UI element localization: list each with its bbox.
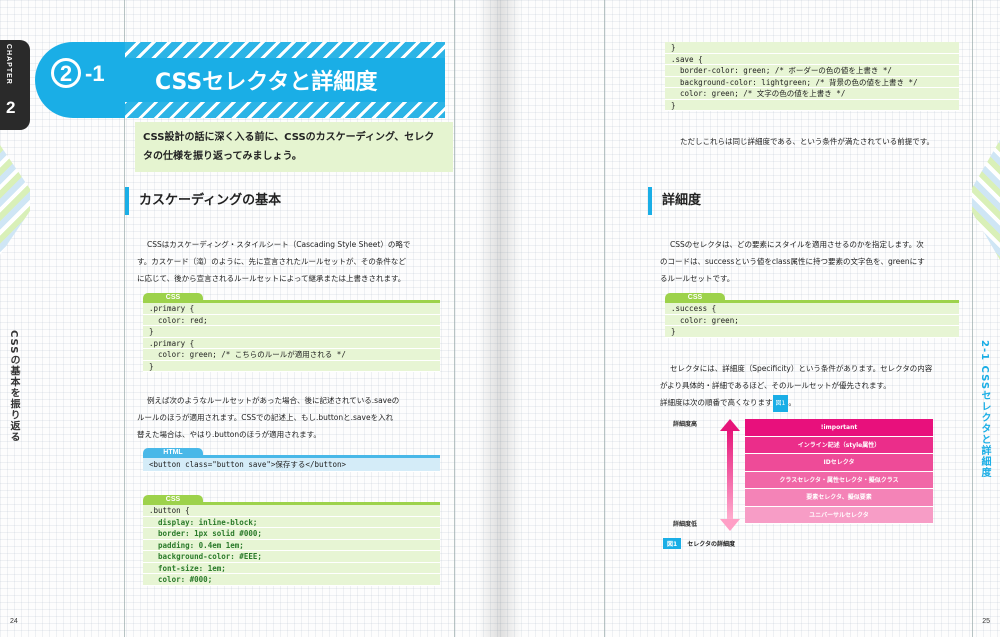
code-line: }	[665, 42, 959, 54]
paragraph-line: 替えた場合は、やはり.buttonのほうが適用されます。	[137, 430, 321, 439]
axis-label-low: 詳細度低	[673, 521, 698, 528]
intro-line: CSS設計の話に深く入る前に、CSSのカスケーディング、セレク	[143, 132, 435, 143]
code-line: .primary {	[143, 337, 440, 349]
code-block-css-save: } .save { border-color: green; /* ボーダーの色…	[665, 42, 959, 111]
section-header: 2 -1 CSSセレクタと詳細度	[35, 42, 445, 118]
gutter-shadow	[500, 0, 522, 637]
code-line: .button {	[143, 505, 440, 517]
paragraph-line: のコードは、successという値をclass属性に持つ要素の文字色を、gree…	[660, 257, 925, 266]
frame-line	[604, 0, 605, 637]
specificity-row: クラスセレクタ・属性セレクタ・擬似クラス	[745, 471, 933, 489]
specificity-arrow	[720, 419, 740, 531]
book-spread: CHAPTER 2 CSSの基本を振り返る 2 -1 CSSセレクタと詳細度 CS…	[0, 0, 1000, 637]
code-block-css-success: CSS .success { color: green; }	[665, 293, 959, 338]
paragraph-line: す。カスケード（滝）のように、先に宣言されたルールセットが、その条件など	[137, 257, 406, 266]
chapter-side-tab: CHAPTER 2 CSSの基本を振り返る	[0, 0, 34, 637]
paragraph-line: セレクタには、詳細度（Specificity）という条件があります。セレクタの内…	[670, 364, 933, 373]
code-label: HTML	[143, 448, 440, 458]
paragraph-example: 例えば次のようなルールセットがあった場合、後に記述されている.saveの ルール…	[137, 392, 457, 443]
left-page: CHAPTER 2 CSSの基本を振り返る 2 -1 CSSセレクタと詳細度 CS…	[0, 0, 500, 637]
code-line: color: green; /* 文字の色の値を上書き */	[665, 88, 959, 100]
paragraph-line: 例えば次のようなルールセットがあった場合、後に記述されている.saveの	[147, 396, 400, 405]
specificity-row: !important	[745, 419, 933, 437]
code-line: }	[665, 326, 959, 338]
code-line: .save {	[665, 53, 959, 65]
code-line: background-color: lightgreen; /* 背景の色の値を…	[665, 76, 959, 88]
code-line: border-color: green; /* ボーダーの色の値を上書き */	[665, 65, 959, 77]
code-line: color: red;	[143, 314, 440, 326]
specificity-diagram: 詳細度高 詳細度低 !important インライン記述（style属性） ID…	[665, 415, 945, 555]
specificity-row: 要素セレクタ、擬似要素	[745, 489, 933, 507]
paragraph-premise: ただしこれらは同じ詳細度である、という条件が満たされている前提です。	[670, 133, 970, 150]
section-number: 2 -1	[51, 58, 121, 88]
arrow-shaft	[727, 429, 733, 521]
code-label: CSS	[665, 293, 959, 303]
code-line: color: green; /* こちらのルールが適用される */	[143, 349, 440, 361]
intro-line: タの仕様を振り返ってみましょう。	[143, 151, 302, 162]
code-line: font-size: 1em;	[143, 562, 440, 574]
paragraph-line: 詳細度は次の順番で高くなります 図1。	[660, 394, 970, 412]
code-line: padding: 0.4em 1em;	[143, 539, 440, 551]
chapter-label: CHAPTER	[5, 44, 12, 85]
paragraph-line: ルールのほうが適用されます。CSSでの記述上、もし.buttonと.saveを入…	[137, 413, 394, 422]
paragraph-line: CSSのセレクタは、どの要素にスタイルを適用させるのかを指定します。次	[670, 240, 924, 249]
axis-label-high: 詳細度高	[673, 421, 698, 428]
code-line: <button class="button save">保存する</button…	[143, 458, 440, 472]
frame-line	[454, 0, 455, 637]
heading-specificity: 詳細度	[648, 187, 701, 215]
specificity-row: インライン記述（style属性）	[745, 436, 933, 454]
code-block-css-1: CSS .primary { color: red; } .primary { …	[143, 293, 440, 372]
section-title: CSSセレクタと詳細度	[155, 70, 378, 95]
paragraph-selectors: CSSのセレクタは、どの要素にスタイルを適用させるのかを指定します。次 のコード…	[660, 236, 970, 287]
code-block-css-2: CSS .button { display: inline-block; bor…	[143, 495, 440, 586]
paragraph-line: CSSはカスケーディング・スタイルシート（Cascading Style She…	[147, 240, 411, 249]
right-page: } .save { border-color: green; /* ボーダーの色…	[500, 0, 1000, 637]
paragraph-line: がより具体的・詳細であるほど、そのルールセットが優先されます。	[660, 381, 891, 390]
section-number-sub: -1	[85, 61, 105, 86]
page-number: 25	[982, 618, 990, 625]
code-line: border: 1px solid #000;	[143, 528, 440, 540]
running-title: CSSの基本を振り返る	[8, 330, 19, 443]
code-line: color: green;	[665, 314, 959, 326]
gutter-shadow	[478, 0, 500, 637]
page-number: 24	[10, 618, 18, 625]
code-label: CSS	[143, 495, 440, 505]
paragraph-specificity: セレクタには、詳細度（Specificity）という条件があります。セレクタの内…	[660, 360, 970, 412]
code-line: display: inline-block;	[143, 516, 440, 528]
paragraph-cascading: CSSはカスケーディング・スタイルシート（Cascading Style She…	[137, 236, 457, 287]
paragraph-line: ただしこれらは同じ詳細度である、という条件が満たされている前提です。	[680, 137, 934, 146]
specificity-row: ユニバーサルセレクタ	[745, 506, 933, 524]
code-block-html: HTML <button class="button save">保存する</b…	[143, 448, 440, 472]
chapter-side-tab: 2-1 CSSセレクタと詳細度	[972, 0, 1000, 637]
running-title: 2-1 CSSセレクタと詳細度	[979, 340, 990, 479]
code-line: background-color: #EEE;	[143, 551, 440, 563]
code-line: }	[143, 360, 440, 372]
figure-reference: 図1	[772, 395, 789, 412]
arrow-down-icon	[720, 519, 740, 531]
section-number-circle: 2	[51, 58, 81, 88]
specificity-row: IDセレクタ	[745, 454, 933, 472]
paragraph-line: るルールセットです。	[660, 274, 735, 283]
code-line: .primary {	[143, 303, 440, 315]
arrow-up-icon	[720, 419, 740, 431]
figure-caption: 図1 セレクタの詳細度	[663, 538, 735, 549]
code-line: }	[665, 99, 959, 111]
intro-box: CSS設計の話に深く入る前に、CSSのカスケーディング、セレク タの仕様を振り返…	[135, 122, 453, 172]
code-line: .success {	[665, 303, 959, 315]
chapter-number: 2	[6, 98, 16, 117]
heading-cascading: カスケーディングの基本	[125, 187, 281, 215]
figure-tag: 図1	[663, 538, 682, 549]
decorative-stripes	[972, 140, 1000, 260]
decorative-stripes	[0, 145, 30, 255]
paragraph-line: に応じて、後から宣言されるルールセットによって継承または上書きされます。	[137, 274, 406, 283]
code-label: CSS	[143, 293, 440, 303]
code-line: }	[143, 326, 440, 338]
code-line: color: #000;	[143, 574, 440, 586]
specificity-levels: !important インライン記述（style属性） IDセレクタ クラスセレ…	[745, 419, 933, 524]
